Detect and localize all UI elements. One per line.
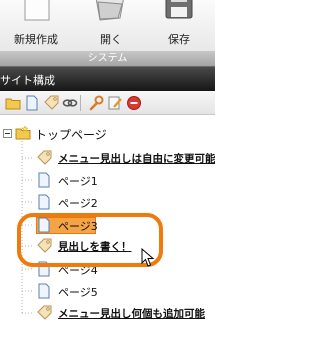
new-page-icon[interactable]	[24, 95, 40, 111]
new-button-label: 新規作成	[14, 33, 58, 46]
tag-icon[interactable]	[43, 95, 59, 111]
page-icon	[38, 194, 50, 210]
new-document-icon	[24, 0, 50, 21]
ribbon: 新規作成 開く 保存 システム	[0, 0, 215, 66]
tree-item-label: ページ5	[58, 286, 98, 299]
tree-item[interactable]: ページ2	[36, 193, 156, 213]
page-icon	[38, 172, 50, 188]
open-button-label: 開く	[100, 33, 122, 46]
tree-item-label: メニュー見出し何個も追加可能	[58, 308, 205, 320]
open-button[interactable]: 開く	[80, 0, 142, 52]
panel-title: サイト構成	[0, 74, 55, 87]
ribbon-group-label: システム	[0, 51, 215, 66]
tree-collapse-toggle[interactable]	[3, 129, 12, 138]
save-button[interactable]: 保存	[148, 0, 210, 52]
tree-toolbar	[0, 91, 215, 115]
tree-item[interactable]: ページ1	[36, 171, 156, 191]
new-button[interactable]: 新規作成	[1, 0, 71, 52]
save-disk-icon	[165, 0, 193, 19]
wrench-icon[interactable]	[88, 95, 104, 111]
open-folder-icon[interactable]	[5, 95, 21, 111]
tree-item[interactable]: メニュー見出し何個も追加可能	[36, 304, 215, 324]
link-icon[interactable]	[62, 95, 78, 111]
save-button-label: 保存	[168, 33, 190, 46]
toolbar-separator	[80, 95, 81, 111]
tree-root-node[interactable]: トップページ	[15, 124, 195, 144]
open-folder-icon	[95, 0, 124, 21]
tree-item-label: ページ1	[58, 175, 98, 188]
tag-icon	[37, 305, 52, 320]
delete-icon[interactable]	[126, 95, 142, 111]
tree-item-label: ページ2	[58, 197, 98, 210]
mouse-cursor-icon	[141, 248, 155, 267]
tree-item-label: メニュー見出しは自由に変更可能	[58, 153, 215, 165]
tag-icon	[37, 150, 52, 165]
page-icon	[38, 283, 50, 299]
tree-item[interactable]: メニュー見出しは自由に変更可能	[36, 149, 215, 169]
panel-header: サイト構成	[0, 66, 215, 91]
tree-root-label: トップページ	[35, 128, 107, 142]
edit-icon[interactable]	[107, 95, 123, 111]
tree-item[interactable]: ページ5	[36, 282, 156, 302]
folder-icon	[15, 125, 31, 140]
